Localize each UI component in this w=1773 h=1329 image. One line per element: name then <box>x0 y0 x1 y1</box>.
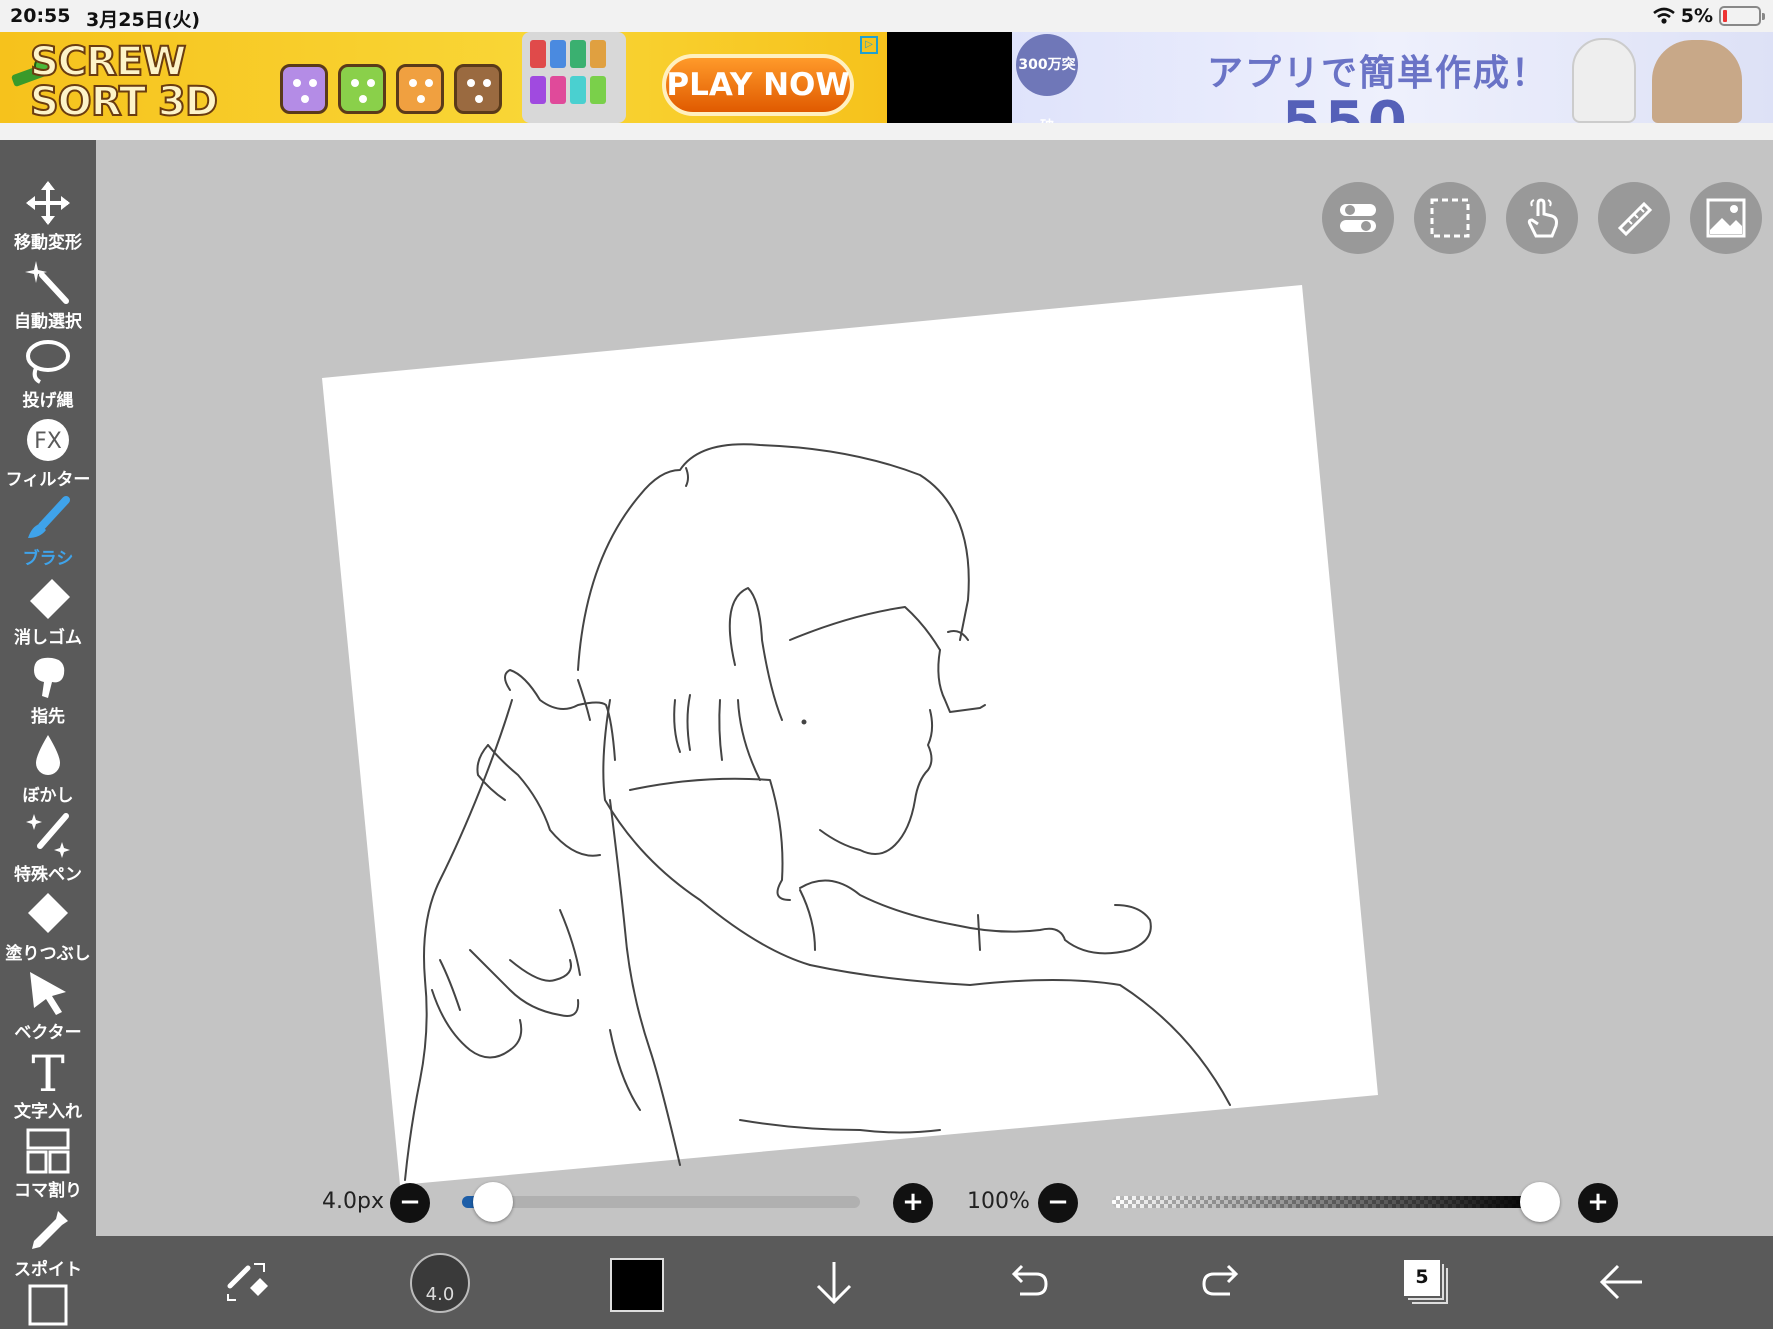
size-slider-thumb[interactable] <box>473 1182 513 1222</box>
brush-eraser-swap-icon[interactable] <box>222 1248 272 1316</box>
layers-button[interactable]: 5 <box>1404 1260 1440 1296</box>
back-arrow-icon[interactable] <box>1596 1248 1646 1316</box>
undo-icon[interactable] <box>1006 1248 1050 1316</box>
brush-size-preview[interactable]: 4.0 <box>410 1253 470 1313</box>
opacity-plus-button[interactable]: + <box>1578 1183 1618 1223</box>
redo-icon[interactable] <box>1200 1248 1244 1316</box>
paper-sheet[interactable] <box>322 285 1378 1185</box>
app-root: 20:55 3月25日(火) 5% SCREW SORT 3D PLAY NOW… <box>0 0 1773 1329</box>
color-swatch[interactable] <box>610 1258 664 1312</box>
down-arrow-icon[interactable] <box>812 1248 856 1316</box>
brush-size-label: 4.0px <box>322 1189 384 1214</box>
bottom-bar: 4.0 5 <box>96 1236 1773 1329</box>
size-slider-track[interactable] <box>462 1196 860 1208</box>
opacity-minus-button[interactable]: − <box>1038 1183 1078 1223</box>
drawing-canvas[interactable] <box>0 0 1773 1329</box>
opacity-slider-thumb[interactable] <box>1520 1182 1560 1222</box>
size-minus-button[interactable]: − <box>390 1183 430 1223</box>
size-plus-button[interactable]: + <box>893 1183 933 1223</box>
opacity-label: 100% <box>967 1189 1030 1214</box>
opacity-slider-track[interactable] <box>1112 1196 1538 1208</box>
